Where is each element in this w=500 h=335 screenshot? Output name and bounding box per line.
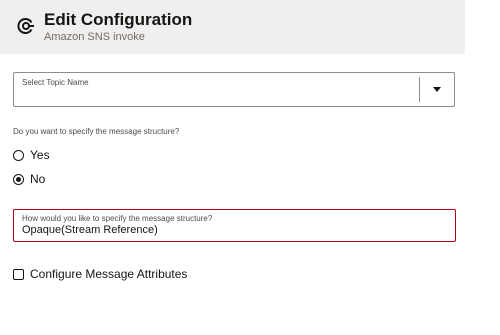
radio-no-label: No — [30, 172, 46, 186]
adapter-endpoint-icon — [17, 18, 34, 34]
page-title: Edit Configuration — [44, 10, 193, 29]
radio-option-yes[interactable]: Yes — [13, 148, 50, 162]
dropdown-divider — [419, 77, 420, 102]
dialog-header: Edit Configuration Amazon SNS invoke — [0, 0, 465, 54]
chevron-down-icon[interactable] — [433, 87, 441, 92]
radio-yes[interactable] — [13, 149, 24, 161]
select-topic-dropdown[interactable]: Select Topic Name — [13, 72, 455, 107]
select-topic-label: Select Topic Name — [22, 78, 89, 87]
radio-yes-label: Yes — [30, 148, 50, 162]
page-subtitle: Amazon SNS invoke — [44, 31, 145, 43]
radio-no[interactable] — [13, 173, 24, 185]
configure-attributes-option[interactable]: Configure Message Attributes — [13, 267, 187, 281]
radio-option-no[interactable]: No — [13, 172, 45, 186]
configure-attributes-label: Configure Message Attributes — [30, 267, 188, 281]
structure-type-value: Opaque(Stream Reference) — [22, 224, 158, 236]
structure-type-dropdown[interactable]: How would you like to specify the messag… — [13, 209, 456, 242]
configure-attributes-checkbox[interactable] — [13, 268, 24, 280]
structure-type-label: How would you like to specify the messag… — [22, 214, 213, 223]
message-structure-question: Do you want to specify the message struc… — [13, 127, 180, 136]
